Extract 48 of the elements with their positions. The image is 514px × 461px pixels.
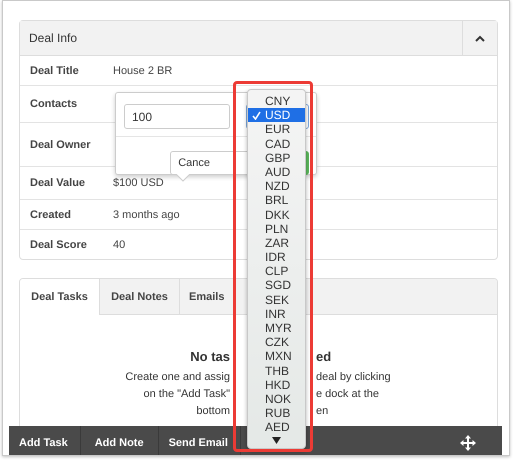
menu-option[interactable]: INR	[248, 306, 305, 321]
menu-option[interactable]: CLP	[248, 264, 305, 278]
menu-option[interactable]: IDR	[248, 250, 305, 264]
menu-option[interactable]: CNY	[248, 94, 305, 108]
field-label: Deal Owner	[29, 138, 92, 150]
empty-message: e dock at the	[316, 387, 380, 402]
menu-option[interactable]: MYR	[248, 321, 305, 336]
field-label: Contacts	[29, 98, 78, 110]
empty-message: en	[316, 404, 330, 419]
menu-option[interactable]: MXN	[248, 349, 305, 364]
scroll-down-icon[interactable]	[272, 436, 281, 444]
menu-option[interactable]: BRL	[248, 193, 305, 208]
move-icon[interactable]	[460, 434, 476, 450]
empty-heading: ed	[316, 348, 332, 366]
menu-option[interactable]: AED	[248, 420, 305, 434]
field-label: Deal Title	[29, 64, 80, 76]
menu-option[interactable]: SGD	[248, 278, 305, 293]
menu-option[interactable]: SEK	[248, 292, 305, 307]
menu-option[interactable]: THB	[248, 364, 305, 378]
menu-option[interactable]: ZAR	[248, 236, 305, 250]
tab[interactable]: Deal Tasks	[20, 279, 100, 315]
empty-message: bottom	[195, 404, 230, 419]
empty-message: on the "Add Task"	[142, 387, 230, 402]
empty-message: deal by clicking	[316, 370, 392, 385]
menu-option[interactable]: EUR	[248, 122, 305, 137]
field-value: House 2 BR	[113, 64, 172, 76]
field-value: 40	[113, 238, 126, 250]
menu-option[interactable]: PLN	[248, 222, 305, 236]
menu-option[interactable]: NZD	[248, 179, 305, 194]
field-label: Created	[29, 208, 72, 220]
field-label: Deal Value	[29, 177, 86, 189]
card-title: Deal Info	[28, 30, 78, 47]
empty-heading: No tas	[189, 348, 230, 366]
field-label: Deal Score	[29, 238, 88, 250]
menu-option[interactable]: DKK	[248, 208, 305, 222]
menu-option[interactable]: CZK	[248, 335, 305, 350]
field-value: $100 USD	[113, 177, 164, 189]
field-value: 3 months ago	[113, 208, 180, 220]
amount-field[interactable]: 100	[124, 104, 230, 129]
check-icon	[252, 111, 261, 120]
popover-arrow-icon	[176, 174, 190, 182]
empty-message: Create one and assig	[124, 370, 230, 385]
menu-option[interactable]: RUB	[248, 406, 305, 420]
menu-option[interactable]: HKD	[248, 378, 305, 392]
menu-option[interactable]: USD	[248, 108, 305, 122]
menu-option[interactable]: NOK	[248, 392, 305, 406]
menu-option[interactable]: CAD	[248, 136, 305, 151]
chevron-icon	[475, 34, 485, 42]
